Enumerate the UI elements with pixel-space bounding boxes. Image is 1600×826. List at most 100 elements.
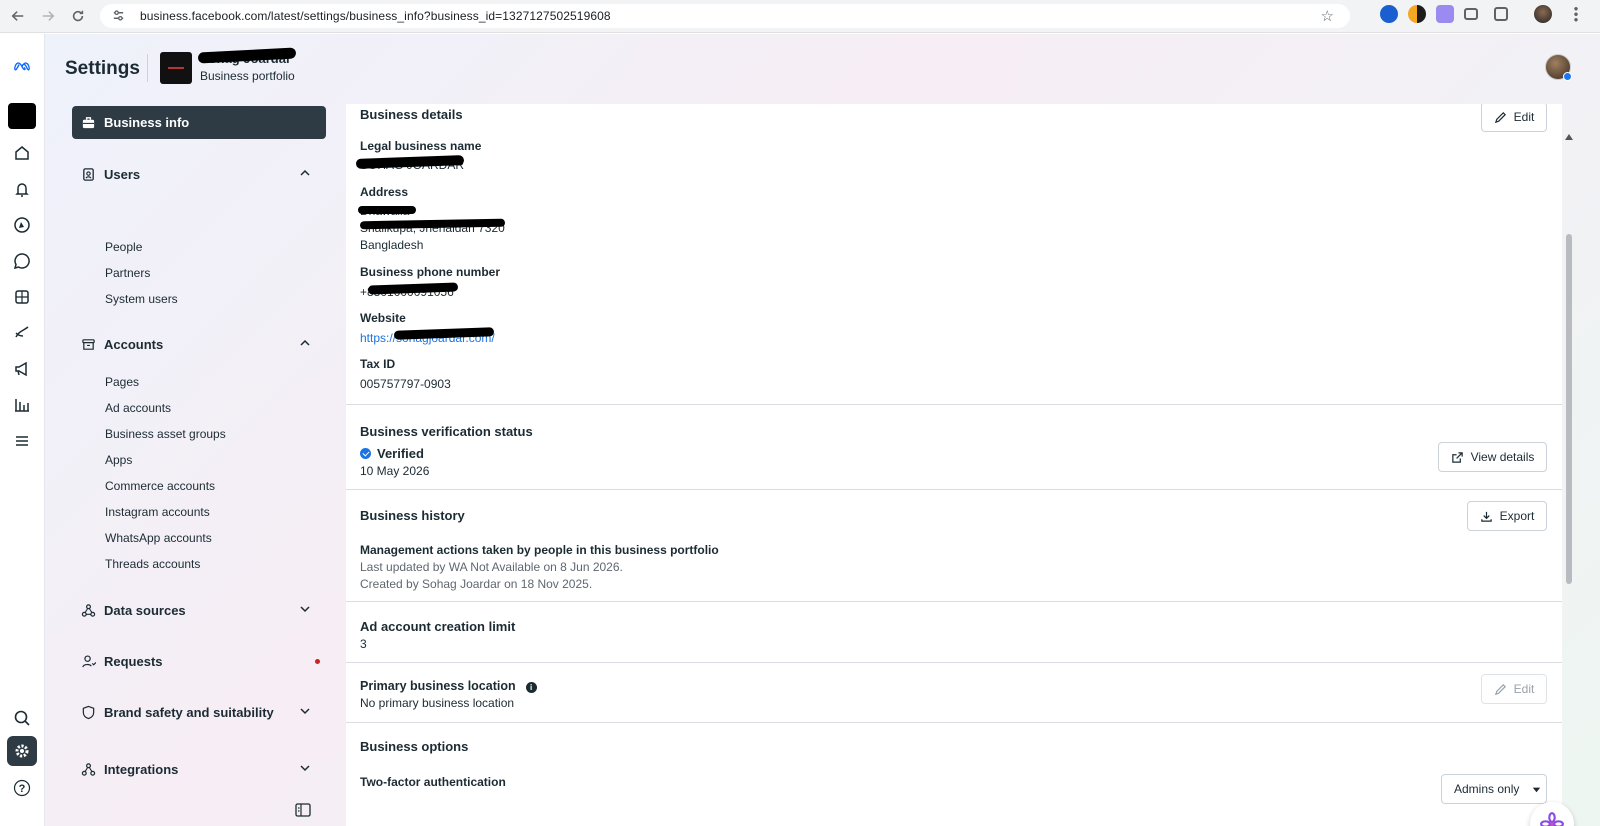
- tax-id-value: 005757797-0903: [360, 377, 451, 391]
- sidebar-item-system-users[interactable]: System users: [105, 292, 178, 306]
- extension-icon[interactable]: [1380, 5, 1398, 23]
- view-details-button[interactable]: View details: [1438, 442, 1547, 472]
- svg-text:?: ?: [19, 783, 26, 795]
- legal-name-label: Legal business name: [360, 139, 482, 153]
- extensions-area: [1380, 5, 1578, 23]
- history-last-updated: Last updated by WA Not Available on 8 Ju…: [360, 560, 623, 574]
- address-line-3: Bangladesh: [360, 238, 424, 252]
- search-icon[interactable]: [10, 706, 34, 730]
- section-title-verification: Business verification status: [360, 424, 533, 439]
- sidebar-section-brand-safety[interactable]: Brand safety and suitability: [72, 700, 326, 724]
- ads-megaphone-icon[interactable]: [10, 357, 34, 381]
- sidebar-item-commerce-accounts[interactable]: Commerce accounts: [105, 479, 215, 493]
- sidebar-item-instagram-accounts[interactable]: Instagram accounts: [105, 505, 210, 519]
- menu-kebab-icon[interactable]: [1574, 6, 1578, 22]
- portfolio-subtitle: Business portfolio: [200, 69, 295, 83]
- sidebar-item-threads-accounts[interactable]: Threads accounts: [105, 557, 200, 571]
- phone-label: Business phone number: [360, 265, 501, 279]
- help-icon[interactable]: ?: [10, 776, 34, 800]
- header-divider: [147, 54, 148, 82]
- section-title-business-details: Business details: [360, 107, 463, 122]
- two-factor-select[interactable]: Admins only: [1441, 774, 1547, 804]
- sidebar-item-label: Business info: [104, 115, 190, 130]
- sidebar-item-ad-accounts[interactable]: Ad accounts: [105, 401, 171, 415]
- notifications-bell-icon[interactable]: [10, 177, 34, 201]
- compass-icon[interactable]: [10, 213, 34, 237]
- app-root: ? Settings Sohag Joardar Business portfo…: [0, 34, 1600, 826]
- camera-extension-icon[interactable]: [1464, 8, 1478, 20]
- info-icon[interactable]: i: [525, 682, 537, 693]
- sidebar-section-data-sources[interactable]: Data sources: [72, 598, 326, 622]
- profile-avatar[interactable]: [1534, 5, 1552, 23]
- tax-id-label: Tax ID: [360, 357, 396, 371]
- forward-icon[interactable]: [34, 2, 62, 30]
- sidebar-section-requests[interactable]: Requests: [72, 649, 326, 673]
- all-tools-menu-icon[interactable]: [10, 429, 34, 453]
- left-rail: ?: [0, 34, 45, 826]
- sidebar-section-integrations[interactable]: Integrations: [72, 757, 326, 781]
- data-sources-icon: [81, 603, 97, 618]
- divider: [346, 489, 1562, 490]
- extension-icon[interactable]: [1408, 5, 1426, 23]
- sidebar-section-users[interactable]: Users: [72, 162, 326, 186]
- chevron-down-icon[interactable]: [298, 761, 312, 775]
- scroll-up-arrow-icon[interactable]: [1565, 134, 1573, 140]
- chevron-down-icon[interactable]: [298, 602, 312, 616]
- briefcase-icon: [81, 115, 97, 130]
- verified-check-icon: [360, 448, 371, 459]
- sidebar-item-business-info[interactable]: Business info: [72, 106, 326, 139]
- two-factor-label: Two-factor authentication: [360, 775, 506, 789]
- reload-icon[interactable]: [64, 2, 92, 30]
- back-icon[interactable]: [4, 2, 32, 30]
- section-title-ad-limit: Ad account creation limit: [360, 619, 516, 634]
- external-link-icon: [1451, 451, 1463, 463]
- sidebar-item-whatsapp-accounts[interactable]: WhatsApp accounts: [105, 531, 212, 545]
- site-info-icon[interactable]: [112, 9, 126, 23]
- edit-location-button[interactable]: Edit: [1481, 674, 1547, 704]
- page-title: Settings: [65, 58, 140, 79]
- website-label: Website: [360, 311, 406, 325]
- sidebar-section-label: Brand safety and suitability: [104, 704, 274, 720]
- shield-icon: [81, 705, 97, 720]
- primary-location-value: No primary business location: [360, 696, 515, 710]
- page-scrollbar[interactable]: [1565, 134, 1573, 826]
- sidebar-item-apps[interactable]: Apps: [105, 453, 132, 467]
- portfolio-switcher-icon[interactable]: [8, 103, 36, 129]
- sidebar-item-business-asset-groups[interactable]: Business asset groups: [105, 427, 226, 441]
- id-badge-icon: [81, 167, 97, 182]
- verification-date: 10 May 2026: [360, 464, 430, 478]
- sidebar-item-partners[interactable]: Partners: [105, 266, 150, 280]
- chevron-up-icon[interactable]: [298, 336, 312, 350]
- sidebar-section-label: Requests: [104, 653, 163, 669]
- sidebar-section-accounts[interactable]: Accounts: [72, 332, 326, 356]
- chevron-down-icon[interactable]: [298, 704, 312, 718]
- meta-logo-icon[interactable]: [7, 54, 37, 78]
- sidebar-section-label: Accounts: [104, 336, 164, 352]
- export-button[interactable]: Export: [1467, 501, 1547, 531]
- home-icon[interactable]: [10, 141, 34, 165]
- settings-gear-icon[interactable]: [7, 736, 37, 766]
- insights-chart-icon[interactable]: [10, 393, 34, 417]
- section-title-history: Business history: [360, 508, 465, 523]
- puzzle-extensions-icon[interactable]: [1494, 7, 1508, 21]
- edit-details-button[interactable]: Edit: [1481, 104, 1547, 132]
- button-label: Edit: [1513, 110, 1535, 124]
- verification-status-label: Verified: [377, 446, 424, 461]
- scroll-thumb[interactable]: [1566, 234, 1572, 584]
- extension-icon[interactable]: [1436, 5, 1454, 23]
- planner-icon[interactable]: [10, 321, 34, 345]
- sidebar-item-people[interactable]: People: [105, 240, 142, 254]
- sidebar-item-pages[interactable]: Pages: [105, 375, 139, 389]
- address-bar[interactable]: business.facebook.com/latest/settings/bu…: [100, 4, 1350, 28]
- collapse-sidebar-icon[interactable]: [295, 803, 311, 817]
- browser-toolbar: business.facebook.com/latest/settings/bu…: [0, 0, 1600, 33]
- pencil-icon: [1494, 111, 1506, 123]
- portfolio-logo[interactable]: [160, 52, 192, 84]
- inbox-chat-icon[interactable]: [10, 249, 34, 273]
- bookmark-star-icon[interactable]: ☆: [1321, 7, 1334, 25]
- url-text: business.facebook.com/latest/settings/bu…: [140, 9, 611, 23]
- chevron-up-icon[interactable]: [298, 166, 312, 180]
- redaction-mark: [358, 206, 416, 214]
- content-icon[interactable]: [10, 285, 34, 309]
- sidebar-section-label: Data sources: [104, 602, 186, 618]
